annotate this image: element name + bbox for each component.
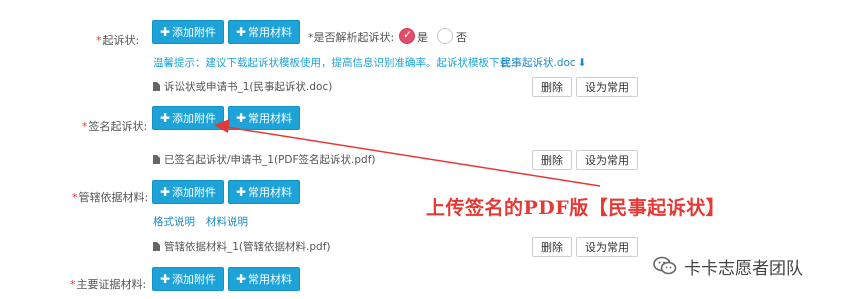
wechat-icon xyxy=(653,256,677,275)
watermark: 卡卡志愿者团队 xyxy=(652,253,803,279)
annotation-text: 上传签名的PDF版【民事起诉状】 xyxy=(426,197,726,219)
case-filing-form: *起诉状: ✚添加附件 ✚常用材料 *是否解析起诉状: 是 否 温馨提示：建议下… xyxy=(0,0,865,299)
